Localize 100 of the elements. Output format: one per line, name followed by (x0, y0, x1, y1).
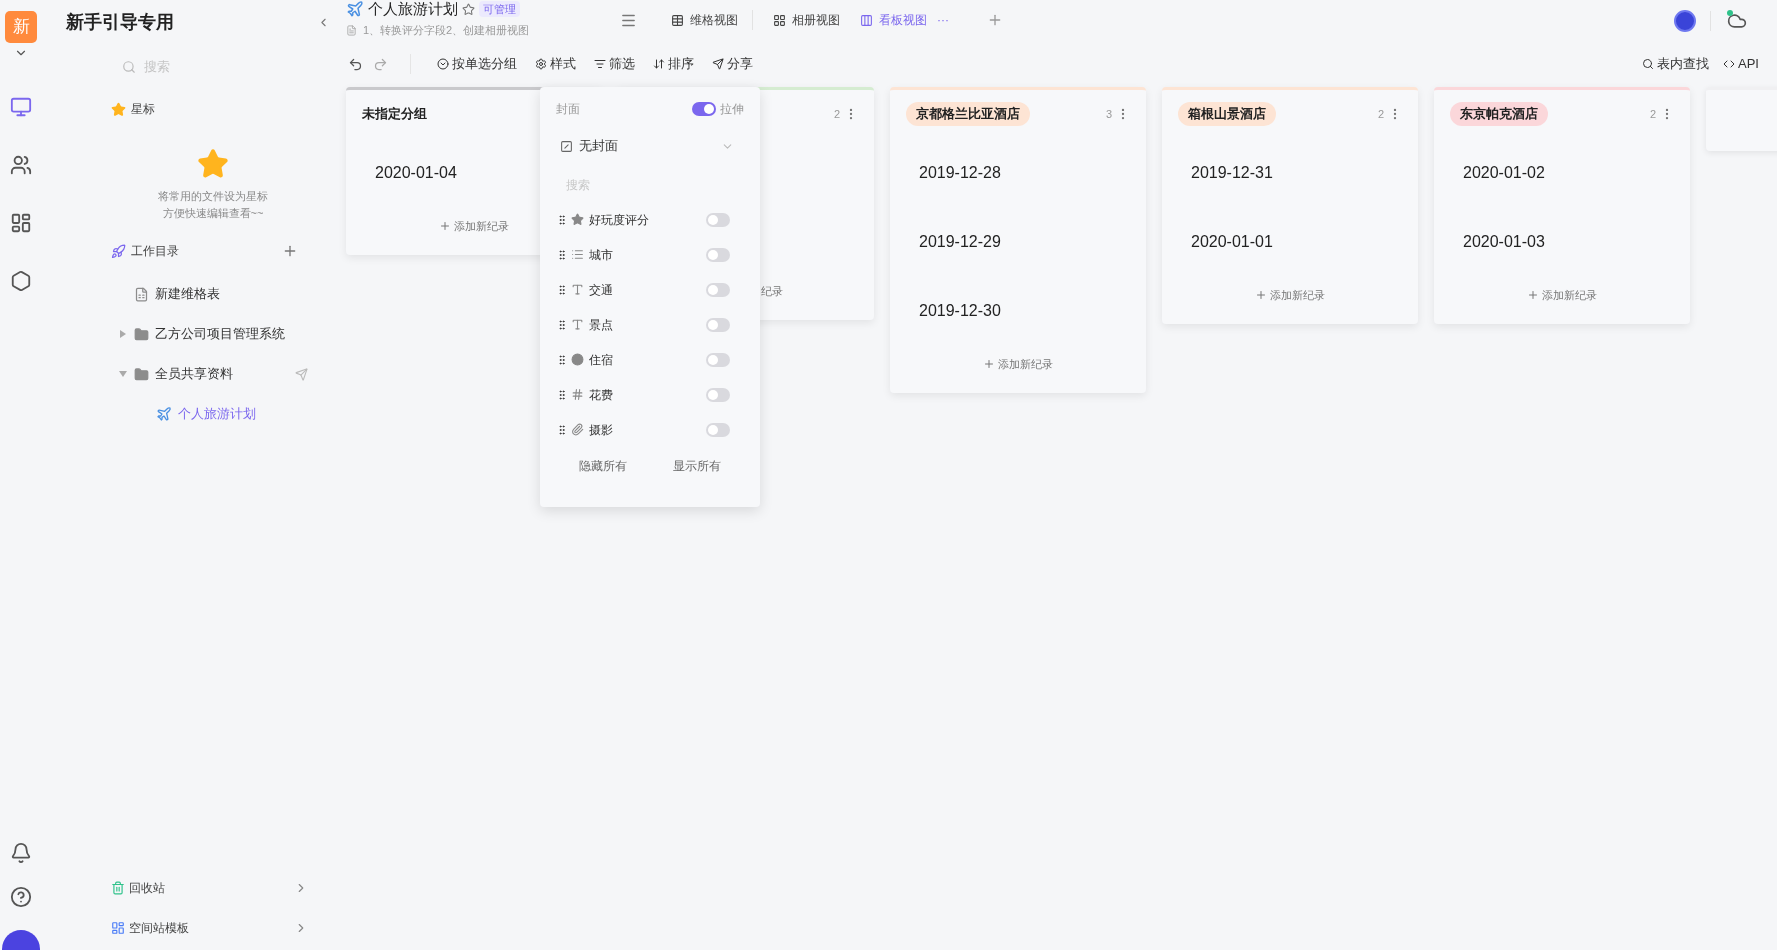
toggle-switch[interactable] (706, 422, 730, 437)
layout-icon[interactable] (10, 212, 32, 234)
toggle-switch[interactable] (706, 352, 730, 367)
folder-icon (134, 326, 149, 342)
gear-icon (535, 58, 547, 70)
field-name: 交通 (589, 281, 613, 299)
permission-badge: 可管理 (479, 0, 520, 18)
group-tag: 京都格兰比亚酒店 (906, 102, 1030, 126)
record-count: 2 (833, 106, 840, 122)
plus-icon (983, 358, 995, 370)
airplane-icon (346, 0, 364, 18)
sidebar-link[interactable]: 空间站模板 (111, 914, 330, 942)
add-record-button[interactable]: 添加新纪录 (1255, 286, 1325, 304)
drag-handle-icon[interactable] (556, 248, 568, 261)
field-name: 景点 (589, 316, 613, 334)
toggle-switch[interactable] (706, 247, 730, 262)
tree-item[interactable]: 新建维格表 (106, 274, 330, 314)
drag-handle-icon[interactable] (556, 353, 568, 366)
record-card[interactable]: 2020-01-02 (1434, 138, 1690, 207)
plus-icon (439, 220, 451, 232)
avatar[interactable] (2, 930, 40, 950)
toggle-switch[interactable] (692, 102, 716, 116)
drag-handle-icon[interactable] (556, 213, 568, 226)
menu-icon[interactable] (620, 12, 637, 29)
record-card[interactable]: 2019-12-31 (1162, 138, 1418, 207)
rocket-icon (111, 243, 126, 259)
text-icon (571, 318, 584, 331)
view-tab[interactable]: 相册视图 (773, 11, 840, 29)
users-icon[interactable] (10, 154, 32, 176)
circle-icon (571, 353, 584, 366)
toolbar-button[interactable]: 按单选分组 (437, 54, 517, 74)
toggle-switch[interactable] (706, 387, 730, 402)
field-row[interactable]: 城市 (556, 237, 744, 272)
hash-icon (571, 388, 584, 401)
toolbar-button[interactable]: API (1723, 54, 1759, 74)
field-row[interactable]: 好玩度评分 (556, 202, 744, 237)
field-row[interactable]: 住宿 (556, 342, 744, 377)
add-record-button[interactable]: 添加新纪录 (439, 217, 509, 235)
toggle-switch[interactable] (706, 317, 730, 332)
toggle-switch[interactable] (706, 282, 730, 297)
tree-item-label: 个人旅游计划 (178, 405, 256, 424)
empty-state-text: 方便快速编辑查看~~ (162, 206, 264, 221)
show-all-button[interactable]: 显示所有 (665, 453, 729, 479)
field-name: 住宿 (589, 351, 613, 369)
tree-item[interactable]: 个人旅游计划 (106, 394, 330, 434)
star-icon[interactable] (462, 2, 475, 16)
field-row[interactable]: 花费 (556, 377, 744, 412)
help-icon[interactable] (10, 886, 32, 908)
record-card[interactable]: 2019-12-30 (890, 276, 1146, 345)
description-icon (346, 24, 357, 36)
tree-item[interactable]: 乙方公司项目管理系统 (106, 314, 330, 354)
record-card[interactable]: 2019-12-29 (890, 207, 1146, 276)
drag-handle-icon[interactable] (556, 283, 568, 296)
trash-icon (111, 881, 125, 895)
record-count: 2 (1649, 106, 1656, 122)
view-tab[interactable]: 维格视图 (671, 11, 738, 29)
toolbar-button[interactable]: 样式 (535, 54, 576, 74)
toolbar-button[interactable]: 排序 (653, 54, 694, 74)
field-row[interactable]: 摄影 (556, 412, 744, 447)
sidebar-link[interactable]: 回收站 (111, 874, 330, 902)
tree-item[interactable]: 全员共享资料 (106, 354, 330, 394)
hide-all-button[interactable]: 隐藏所有 (571, 453, 635, 479)
view-tab[interactable]: 看板视图 (860, 11, 927, 29)
toolbar-button[interactable]: 筛选 (594, 54, 635, 74)
record-card[interactable]: 2020-01-03 (1434, 207, 1690, 276)
monitor-icon[interactable] (10, 96, 32, 118)
hexagon-icon[interactable] (10, 270, 32, 292)
drag-handle-icon[interactable] (556, 388, 568, 401)
toolbar-button[interactable]: 表内查找 (1642, 54, 1710, 74)
drag-handle-icon[interactable] (556, 318, 568, 331)
description-text: 1、转换评分字段2、创建相册视图 (363, 23, 530, 38)
template-icon (111, 921, 125, 935)
plus-icon (1527, 289, 1539, 301)
avatar[interactable] (1674, 10, 1696, 32)
record-card[interactable]: 2019-12-28 (890, 138, 1146, 207)
kanban-icon (860, 13, 873, 27)
cover-select[interactable]: 无封面 (556, 129, 744, 163)
add-icon[interactable] (282, 243, 298, 259)
drag-handle-icon[interactable] (556, 423, 568, 436)
redo-icon[interactable] (373, 56, 388, 72)
star-icon (571, 213, 584, 226)
grid-icon (773, 13, 786, 27)
field-name: 摄影 (589, 421, 613, 439)
field-row[interactable]: 交通 (556, 272, 744, 307)
undo-icon[interactable] (348, 56, 363, 72)
add-record-button[interactable]: 添加新纪录 (1527, 286, 1597, 304)
no-image-icon (560, 139, 573, 153)
field-row[interactable]: 景点 (556, 307, 744, 342)
caret-right-icon[interactable] (119, 330, 127, 338)
add-record-button[interactable]: 添加新纪录 (983, 355, 1053, 373)
share-icon (712, 58, 724, 70)
toolbar-button[interactable]: 分享 (712, 54, 753, 74)
more-button[interactable]: ··· (937, 11, 949, 29)
record-card[interactable]: 2020-01-01 (1162, 207, 1418, 276)
notification-icon[interactable] (10, 842, 32, 864)
field-name: 好玩度评分 (589, 211, 649, 229)
caret-down-icon[interactable] (119, 370, 127, 378)
toggle-switch[interactable] (706, 212, 730, 227)
stretch-label: 拉伸 (720, 101, 744, 118)
add-record-text[interactable]: 纪录 (761, 282, 783, 300)
